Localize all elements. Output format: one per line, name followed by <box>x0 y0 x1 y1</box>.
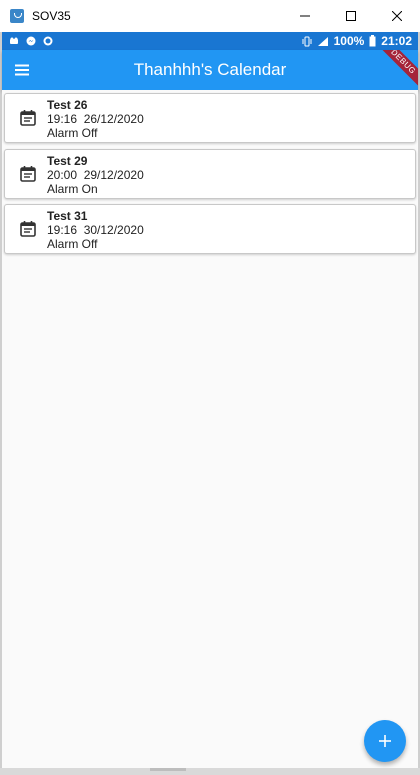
event-title: Test 29 <box>47 154 88 168</box>
event-alarm-status: Alarm Off <box>47 126 98 140</box>
calendar-event-icon <box>20 166 36 182</box>
event-list: Test 26 19:16 26/12/2020 Alarm Off Test … <box>2 90 418 768</box>
notification-icon <box>10 37 18 44</box>
window-titlebar: SOV35 <box>0 0 420 32</box>
add-event-button[interactable] <box>364 720 406 762</box>
page-title: Thanhhh's Calendar <box>133 60 287 79</box>
event-alarm-status: Alarm On <box>47 182 98 196</box>
event-card[interactable]: Test 29 20:00 29/12/2020 Alarm On <box>4 149 416 199</box>
signal-icon <box>317 36 328 46</box>
event-title: Test 26 <box>47 98 88 112</box>
close-icon <box>392 11 402 21</box>
app-icon <box>10 9 24 23</box>
status-bar: 100% 21:02 <box>2 32 418 50</box>
maximize-icon <box>346 11 356 21</box>
messenger-icon <box>26 36 36 46</box>
event-datetime: 19:16 26/12/2020 <box>47 112 144 126</box>
battery-icon <box>369 35 376 47</box>
minimize-button[interactable] <box>282 0 328 32</box>
app-bar: Thanhhh's Calendar DEBUG <box>2 50 418 90</box>
event-card[interactable]: Test 26 19:16 26/12/2020 Alarm Off <box>4 93 416 143</box>
close-button[interactable] <box>374 0 420 32</box>
event-title: Test 31 <box>47 209 88 223</box>
event-alarm-status: Alarm Off <box>47 237 98 251</box>
event-datetime: 20:00 29/12/2020 <box>47 168 144 182</box>
clock: 21:02 <box>381 34 412 48</box>
minimize-icon <box>300 15 310 17</box>
calendar-event-icon <box>20 221 36 237</box>
window-title: SOV35 <box>32 9 71 23</box>
calendar-event-icon <box>20 110 36 126</box>
debug-banner: DEBUG <box>374 50 418 90</box>
circle-icon <box>43 36 53 46</box>
event-card[interactable]: Test 31 19:16 30/12/2020 Alarm Off <box>4 204 416 254</box>
hamburger-menu-icon <box>15 64 29 76</box>
plus-icon <box>379 735 391 747</box>
bottom-edge <box>0 768 420 775</box>
event-datetime: 19:16 30/12/2020 <box>47 223 144 237</box>
window-controls <box>282 0 420 32</box>
maximize-button[interactable] <box>328 0 374 32</box>
menu-button[interactable] <box>2 50 42 90</box>
battery-percent: 100% <box>333 34 365 48</box>
vibrate-icon <box>302 36 312 46</box>
